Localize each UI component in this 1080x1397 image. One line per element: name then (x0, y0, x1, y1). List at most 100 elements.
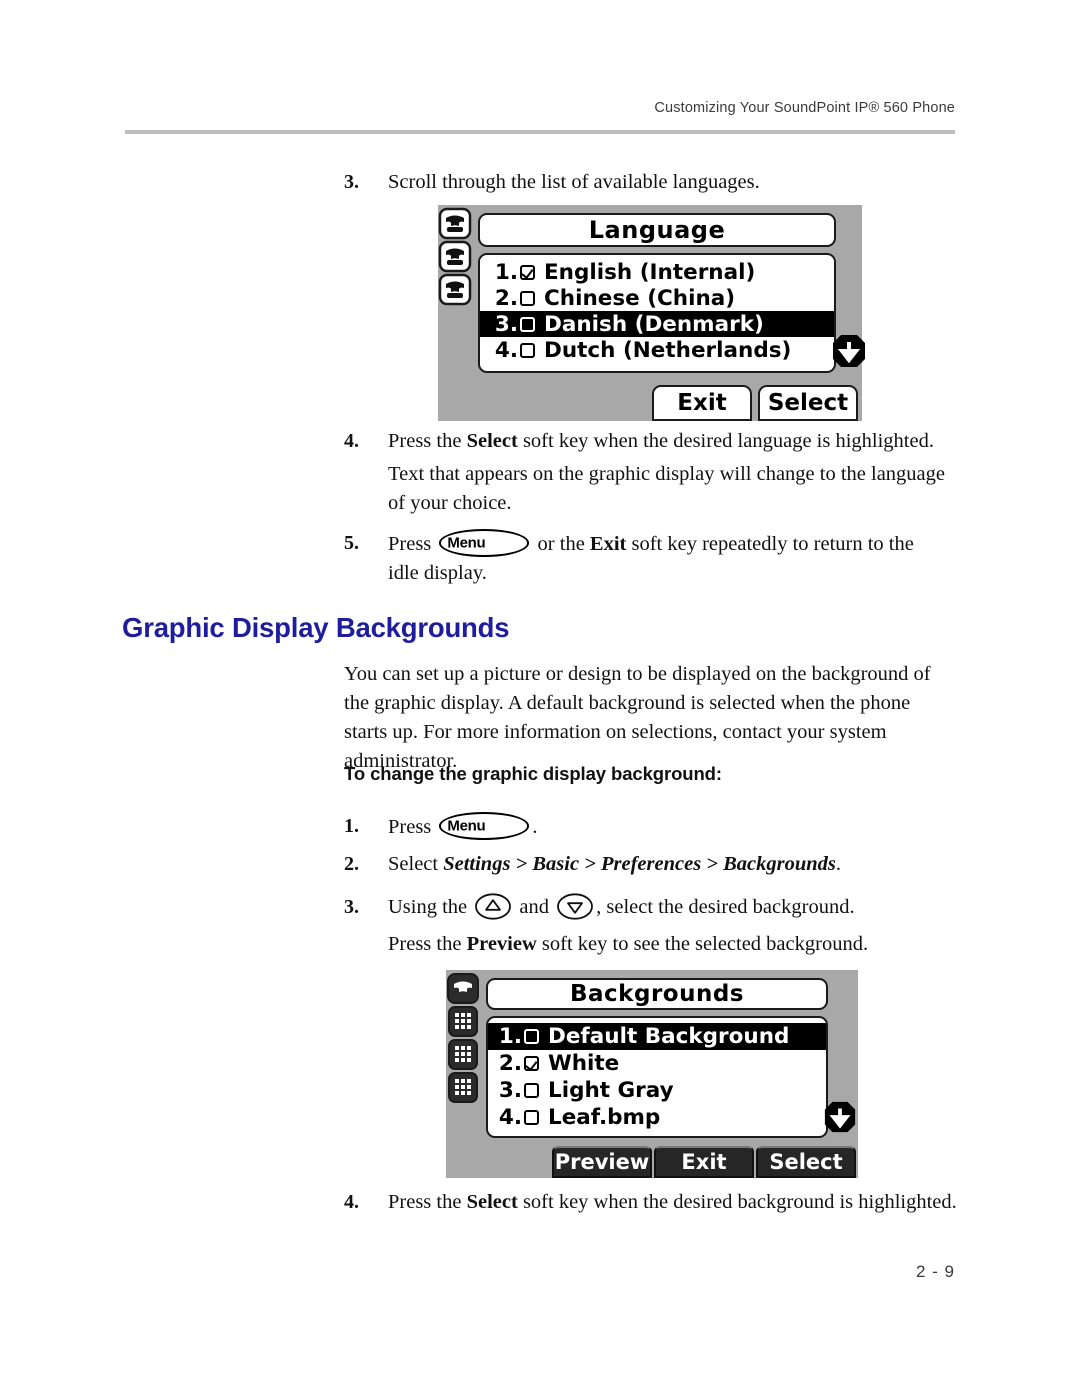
line-key-handset-icon (438, 207, 472, 240)
checkbox-icon[interactable] (524, 1083, 539, 1098)
step-text-middle: and (514, 896, 555, 918)
step-number: 4. (344, 430, 359, 452)
checkbox-icon[interactable] (524, 1110, 539, 1125)
keypad-icon-key[interactable] (446, 1038, 480, 1071)
list-item-label: Default Background (548, 1024, 790, 1049)
softkey-select[interactable]: Select (756, 1146, 856, 1178)
list-item[interactable]: 4. Leaf.bmp (488, 1104, 826, 1131)
list-item[interactable]: 2. White (488, 1050, 826, 1077)
step-text: Press the Select soft key when the desir… (388, 1188, 964, 1217)
page-running-header: Customizing Your SoundPoint IP® 560 Phon… (125, 100, 955, 140)
step-number: 4. (344, 1191, 359, 1213)
step-number: 1. (344, 815, 359, 837)
list-item-index: 2. (498, 1051, 522, 1076)
softkey-name-select: Select (466, 1191, 518, 1213)
down-arrow-hard-key[interactable] (556, 893, 594, 920)
step-1-press-menu: 1. Press Menu. (344, 812, 944, 842)
list-item-index: 3. (494, 311, 518, 337)
keypad-icon (448, 1039, 478, 1070)
line-keys-column (446, 972, 480, 1104)
softkey-name-preview: Preview (466, 933, 537, 955)
step-number: 3. (344, 896, 359, 918)
scroll-down-icon (831, 333, 867, 374)
list-item-label: Danish (Denmark) (544, 311, 764, 337)
menu-hard-key-glyph[interactable]: Menu (439, 812, 530, 840)
softkey-name-exit: Exit (589, 533, 627, 555)
step-3-scroll-languages: 3. Scroll through the list of available … (344, 168, 944, 197)
up-arrow-hard-key[interactable] (474, 893, 512, 920)
header-divider-rule (125, 130, 955, 134)
step-text-after: , select the desired background. (596, 896, 855, 918)
softkey-exit[interactable]: Exit (652, 385, 752, 421)
cont-text-after: soft key to see the selected background. (536, 933, 869, 955)
step-3-continuation: Press the Preview soft key to see the se… (388, 930, 968, 959)
list-item[interactable]: 4. Dutch (Netherlands) (480, 337, 834, 363)
step-text: Press Menu. (388, 812, 944, 842)
list-item-label: Dutch (Netherlands) (544, 337, 792, 363)
step-4-continuation: Text that appears on the graphic display… (388, 463, 946, 514)
lcd-title-bar: Language (478, 213, 836, 247)
keypad-icon-key[interactable] (446, 1071, 480, 1104)
list-item-index: 4. (498, 1105, 522, 1130)
checkbox-icon[interactable] (520, 316, 535, 332)
step-3-select-background: 3. Using the and , select the desired ba… (344, 893, 964, 922)
softkey-bar: Exit Select (652, 385, 858, 421)
lcd-title-bar: Backgrounds (486, 978, 828, 1010)
step-text: Press the Select soft key when the desir… (388, 427, 944, 456)
step-text-before: Press the (388, 430, 467, 452)
line-key-icon[interactable] (438, 273, 472, 306)
checkbox-icon[interactable] (520, 290, 535, 306)
list-item-index: 4. (494, 337, 518, 363)
checkbox-icon[interactable] (520, 342, 535, 358)
list-item-label: Light Gray (548, 1078, 674, 1103)
checkbox-icon-checked[interactable] (520, 264, 535, 280)
list-item[interactable]: 1. English (Internal) (480, 259, 834, 285)
section-paragraph: You can set up a picture or design to be… (344, 663, 931, 772)
list-item-index: 1. (498, 1024, 522, 1049)
step-text: Press Menu or the Exit soft key repeated… (388, 529, 944, 588)
list-item-index: 2. (494, 285, 518, 311)
language-screen-figure: Language 1. English (Internal) 2. Chines… (438, 205, 865, 421)
list-item-selected[interactable]: 1. Default Background (488, 1023, 826, 1050)
menu-hard-key-glyph[interactable]: Menu (439, 529, 530, 557)
checkbox-icon[interactable] (524, 1029, 539, 1044)
step-text-before: Press (388, 816, 437, 838)
line-key-handset-icon (438, 240, 472, 273)
list-item-index: 1. (494, 259, 518, 285)
scroll-down-icon (823, 1100, 857, 1139)
procedure-sub-heading: To change the graphic display background… (344, 763, 722, 784)
list-item-index: 3. (498, 1078, 522, 1103)
cont-text-before: Press the (388, 933, 467, 955)
step-text: Select Settings > Basic > Preferences > … (388, 850, 944, 879)
list-item-label: Chinese (China) (544, 285, 736, 311)
line-key-icon[interactable] (446, 972, 480, 1005)
step-text-after: . (532, 816, 538, 838)
keypad-icon (448, 1072, 478, 1103)
softkey-preview[interactable]: Preview (552, 1146, 652, 1178)
line-key-handset-icon (438, 273, 472, 306)
softkey-select[interactable]: Select (758, 385, 858, 421)
step-text-after: soft key when the desired background is … (517, 1191, 957, 1213)
step-text-after: . (835, 853, 842, 875)
list-item-label: White (548, 1051, 620, 1076)
step-2-select-path: 2. Select Settings > Basic > Preferences… (344, 850, 944, 879)
step-text-after: soft key when the desired language is hi… (517, 430, 934, 452)
step-text-before: Press (388, 533, 437, 555)
checkbox-icon-checked[interactable] (524, 1056, 539, 1071)
softkey-exit[interactable]: Exit (654, 1146, 754, 1178)
list-item-label: English (Internal) (544, 259, 756, 285)
menu-key-label: Menu (447, 534, 486, 552)
keypad-icon (448, 1006, 478, 1037)
arrow-up-icon (475, 893, 512, 920)
step-4-press-select-background: 4. Press the Select soft key when the de… (344, 1188, 964, 1217)
step-5-press-menu: 5. Press Menu or the Exit soft key repea… (344, 529, 944, 588)
list-item[interactable]: 2. Chinese (China) (480, 285, 834, 311)
step-text-before: Using the (388, 896, 473, 918)
line-key-icon[interactable] (438, 207, 472, 240)
keypad-icon-key[interactable] (446, 1005, 480, 1038)
line-key-icon[interactable] (438, 240, 472, 273)
list-item-selected[interactable]: 3. Danish (Denmark) (480, 311, 834, 337)
step-4-press-select: 4. Press the Select soft key when the de… (344, 427, 944, 456)
softkey-name-select: Select (466, 430, 518, 452)
list-item[interactable]: 3. Light Gray (488, 1077, 826, 1104)
